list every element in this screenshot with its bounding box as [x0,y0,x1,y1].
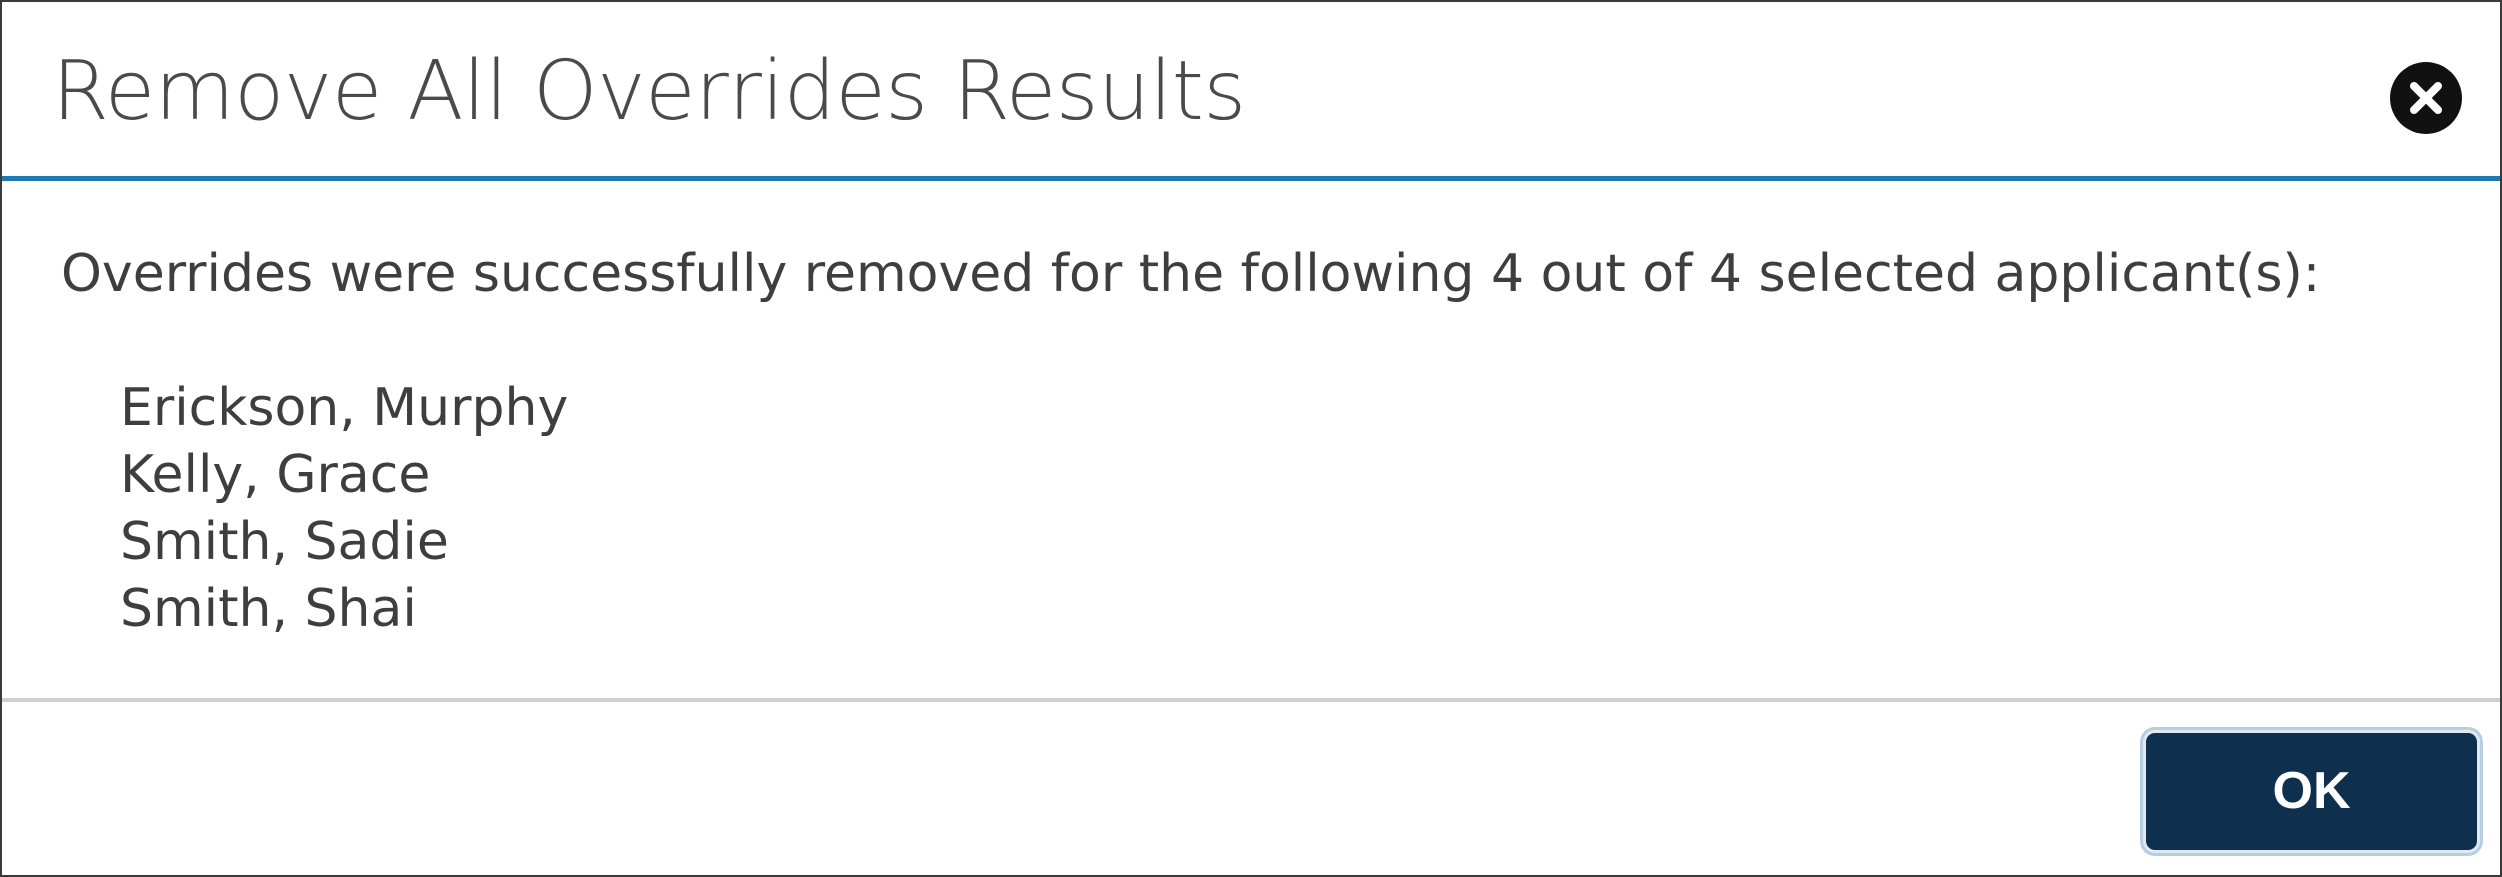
list-item: Smith, Shai [120,579,417,639]
result-message: Overrides were successfully removed for … [61,244,2321,304]
dialog-body: Overrides were successfully removed for … [2,186,2500,698]
dialog-header: Remove All Overrides Results [2,2,2500,181]
close-icon [2410,82,2442,114]
ok-button[interactable]: OK [2143,730,2480,853]
list-item: Smith, Sadie [120,512,449,572]
footer-divider [2,698,2500,702]
results-dialog: Remove All Overrides Results Overrides w… [0,0,2502,877]
close-button[interactable] [2390,62,2462,134]
list-item: Kelly, Grace [120,445,431,505]
list-item: Erickson, Murphy [120,378,569,438]
dialog-title: Remove All Overrides Results [52,44,1246,139]
applicant-list: Erickson, Murphy Kelly, Grace Smith, Sad… [120,375,568,643]
